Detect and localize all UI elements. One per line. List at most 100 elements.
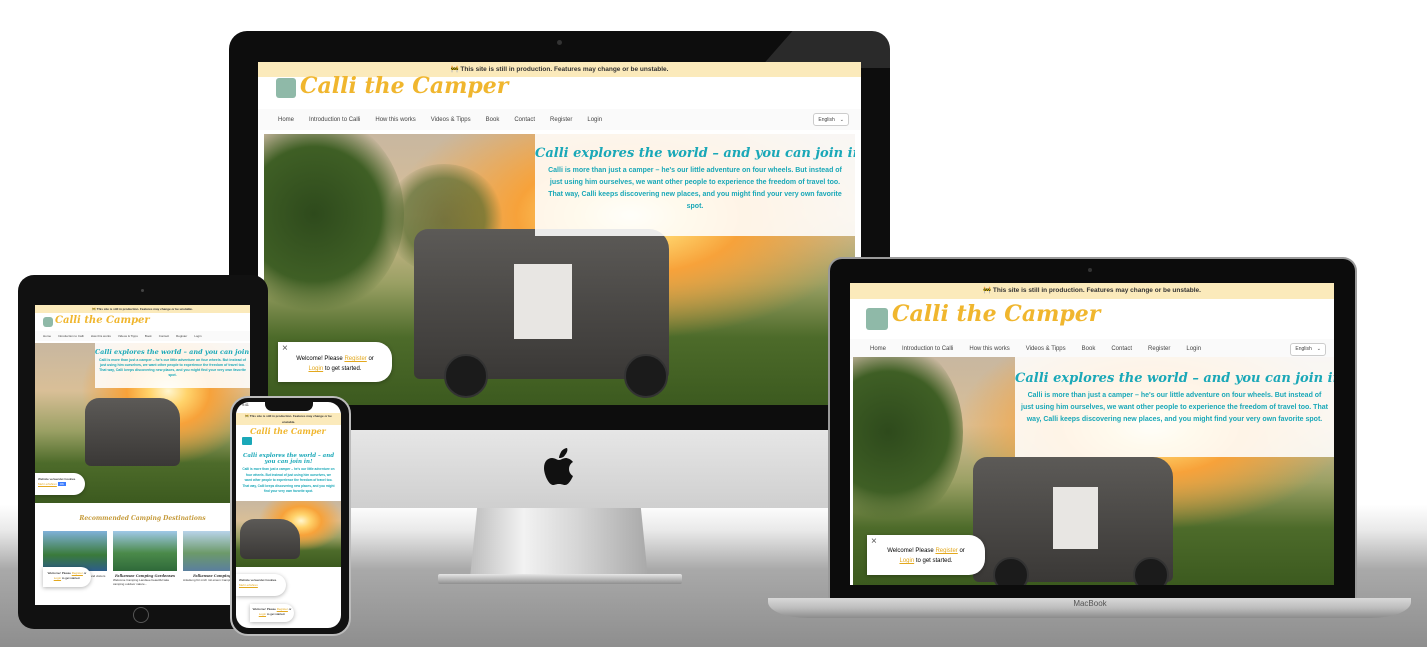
welcome-popup: × Welcome! Please Register or Login to g…: [278, 342, 392, 382]
welcome-popup: Welcome! Please Register or Login to get…: [250, 604, 294, 622]
nav-introduction[interactable]: Introduction to Calli: [58, 334, 84, 338]
logo-badge-icon: [866, 308, 888, 330]
popup-login-link[interactable]: Login: [899, 558, 914, 564]
ipad-home-button[interactable]: [133, 607, 149, 623]
nav-home[interactable]: Home: [43, 334, 51, 338]
main-nav: Home Introduction to Calli How this work…: [35, 331, 250, 341]
nav-contact[interactable]: Contact: [514, 117, 535, 123]
hero-text: Calli is more than just a camper – he's …: [1021, 392, 1328, 423]
hero-van-wheel: [444, 354, 488, 398]
popup-text-2: to get started.: [915, 558, 953, 564]
nav-contact[interactable]: Contact: [159, 334, 169, 338]
hero-text: Calli is more than just a camper – he's …: [99, 358, 246, 377]
destination-image: [43, 531, 107, 571]
nav-how-this-works[interactable]: How this works: [375, 117, 415, 123]
language-select[interactable]: English ⌄: [1290, 342, 1326, 356]
nav-home[interactable]: Home: [278, 117, 294, 123]
hero-van-wheel: [1133, 557, 1169, 585]
logo-text: Calli the Camper: [300, 73, 509, 99]
hero-text: Calli is more than just a camper – he's …: [242, 467, 335, 493]
nav-how-this-works[interactable]: How this works: [969, 346, 1009, 352]
hero-title: Calli explores the world – and you can j…: [535, 146, 855, 161]
language-select[interactable]: English ⌄: [813, 113, 849, 126]
hero-title: Calli explores the world – and you can j…: [95, 348, 250, 356]
destination-card[interactable]: Falkensee Camping Gardenses Welcome Camp…: [113, 531, 177, 586]
nav-login[interactable]: Login: [194, 334, 201, 338]
nav-home[interactable]: Home: [870, 346, 886, 352]
hero-title: Calli explores the world – and you can j…: [242, 453, 335, 465]
nav-register[interactable]: Register: [1148, 346, 1170, 352]
nav-login[interactable]: Login: [587, 117, 602, 123]
popup-login-link[interactable]: Login: [259, 612, 266, 616]
production-banner: 🚧 This site is still in production. Feat…: [236, 413, 341, 425]
close-icon[interactable]: ×: [871, 536, 877, 547]
popup-login-link[interactable]: Login: [308, 366, 323, 372]
production-banner: 🚧 This site is still in production. Feat…: [35, 305, 250, 313]
main-nav: Home Introduction to Calli How this work…: [258, 109, 861, 130]
imac-stand: [470, 508, 648, 578]
language-value: English: [1295, 346, 1312, 352]
nav-book[interactable]: Book: [1082, 346, 1096, 352]
popup-register-link[interactable]: Register: [344, 356, 366, 362]
apple-icon: [541, 446, 581, 490]
hero-van: [85, 398, 180, 466]
hero-card: Calli explores the world – and you can j…: [1015, 357, 1334, 457]
hero-card: Calli explores the world – and you can j…: [236, 449, 341, 495]
popup-register-link[interactable]: Register: [72, 571, 83, 575]
nav-register[interactable]: Register: [176, 334, 187, 338]
nav-register[interactable]: Register: [550, 117, 572, 123]
iphone-notch: [265, 402, 313, 411]
ipad-screen: 🚧 This site is still in production. Feat…: [35, 305, 250, 605]
nav-introduction[interactable]: Introduction to Calli: [902, 346, 953, 352]
hero-van-wheel: [993, 557, 1029, 585]
logo-badge-icon: [276, 78, 296, 98]
header-logo[interactable]: Calli the Camper: [236, 425, 341, 437]
macbook-screen: 🚧 This site is still in production. Feat…: [850, 283, 1334, 585]
nav-videos-tipps[interactable]: Videos & Tipps: [118, 334, 138, 338]
hero-van-interior: [1053, 487, 1098, 549]
phone-time: 9:41: [242, 403, 249, 407]
imac-camera: [557, 40, 562, 45]
header-logo[interactable]: Calli the Camper: [35, 313, 250, 331]
nav-videos-tipps[interactable]: Videos & Tipps: [1026, 346, 1066, 352]
popup-text-2: to get started.: [324, 366, 362, 372]
cookie-text: Website verwendet Cookies.: [38, 477, 76, 481]
chevron-down-icon: ⌄: [1316, 346, 1321, 352]
cookie-notice: Website verwendet Cookies. Mehr erfahren: [236, 574, 286, 596]
popup-register-link[interactable]: Register: [935, 548, 957, 554]
popup-or: or: [288, 607, 292, 611]
popup-login-link[interactable]: Login: [54, 576, 61, 580]
hero-card: Calli explores the world – and you can j…: [535, 134, 855, 236]
chevron-down-icon: ⌄: [839, 116, 844, 123]
popup-or: or: [368, 356, 374, 362]
recommended-title: Recommended Camping Destinations: [79, 515, 206, 522]
cookie-ok-button[interactable]: OK: [57, 482, 67, 486]
hero-title: Calli explores the world – and you can j…: [1015, 371, 1334, 386]
popup-text: Welcome! Please: [252, 607, 276, 611]
logo-badge-icon: [43, 317, 53, 327]
nav-login[interactable]: Login: [1186, 346, 1201, 352]
cookie-notice: Website verwendet Cookies. Mehr erfahren…: [35, 473, 85, 495]
popup-register-link[interactable]: Register: [277, 607, 288, 611]
nav-videos-tipps[interactable]: Videos & Tipps: [431, 117, 471, 123]
hero-tree: [853, 357, 963, 527]
nav-book[interactable]: Book: [145, 334, 152, 338]
cookie-more-link[interactable]: Mehr erfahren: [239, 583, 258, 587]
nav-book[interactable]: Book: [486, 117, 500, 123]
cookie-text: Website verwendet Cookies.: [239, 578, 277, 582]
hero-section: Calli explores the world – and you can j…: [35, 343, 250, 503]
header-logo[interactable]: Calli the Camper: [258, 73, 861, 109]
nav-contact[interactable]: Contact: [1111, 346, 1132, 352]
nav-how-this-works[interactable]: How this works: [91, 334, 111, 338]
popup-text-2: to get started.: [266, 612, 286, 616]
cookie-more-link[interactable]: Mehr erfahren: [38, 482, 57, 486]
popup-text: Welcome! Please: [296, 356, 343, 362]
nav-introduction[interactable]: Introduction to Calli: [309, 117, 360, 123]
popup-text-2: to get started.: [61, 576, 81, 580]
popup-text: Welcome! Please: [47, 571, 71, 575]
close-icon[interactable]: ×: [282, 343, 288, 354]
hero-section: Calli explores the world – and you can j…: [853, 357, 1334, 585]
header-logo[interactable]: Calli the Camper: [850, 299, 1334, 339]
menu-icon[interactable]: [242, 437, 252, 445]
production-banner: 🚧 This site is still in production. Feat…: [850, 283, 1334, 299]
